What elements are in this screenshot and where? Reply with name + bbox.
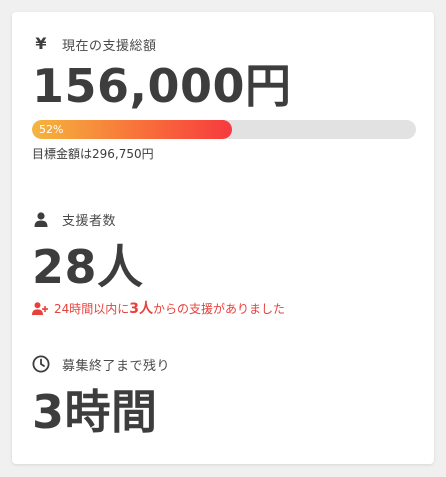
funding-amount-value: 156,000円: [32, 59, 292, 113]
supporters-header: 支援者数: [32, 209, 285, 229]
recent-supporters-prefix: 24時間以内に: [54, 301, 130, 316]
clock-icon: [32, 355, 50, 373]
funding-goal-text: 目標金額は296,750円: [32, 147, 154, 161]
person-plus-icon: [32, 301, 49, 315]
person-icon: [32, 210, 50, 228]
funding-progress-bar: 52%: [32, 120, 416, 139]
supporters-label: 支援者数: [62, 213, 117, 229]
recent-supporters-count: 3人: [129, 301, 154, 317]
supporters-section: 支援者数 28人 24時間以内に 3人 からの支援がありました: [32, 209, 285, 318]
funding-amount-header: ¥ 現在の支援総額: [32, 34, 416, 54]
time-left-value: 3時間: [32, 385, 158, 439]
recent-supporters-suffix: からの支援がありました: [153, 301, 286, 316]
time-left-label: 募集終了まで残り: [62, 358, 171, 374]
time-left-header: 募集終了まで残り: [32, 354, 170, 374]
time-left-section: 募集終了まで残り 3時間: [32, 354, 170, 438]
supporters-count: 28人: [32, 240, 144, 294]
funding-amount-section: ¥ 現在の支援総額 156,000円 52% 目標金額は296,750円: [32, 34, 416, 162]
funding-amount-label: 現在の支援総額: [62, 38, 157, 54]
yen-icon: ¥: [35, 34, 47, 53]
funding-progress-percent: 52%: [39, 123, 64, 136]
project-stats-card: ¥ 現在の支援総額 156,000円 52% 目標金額は296,750円 支援者…: [12, 12, 434, 464]
recent-supporters-note: 24時間以内に 3人 からの支援がありました: [32, 298, 285, 318]
